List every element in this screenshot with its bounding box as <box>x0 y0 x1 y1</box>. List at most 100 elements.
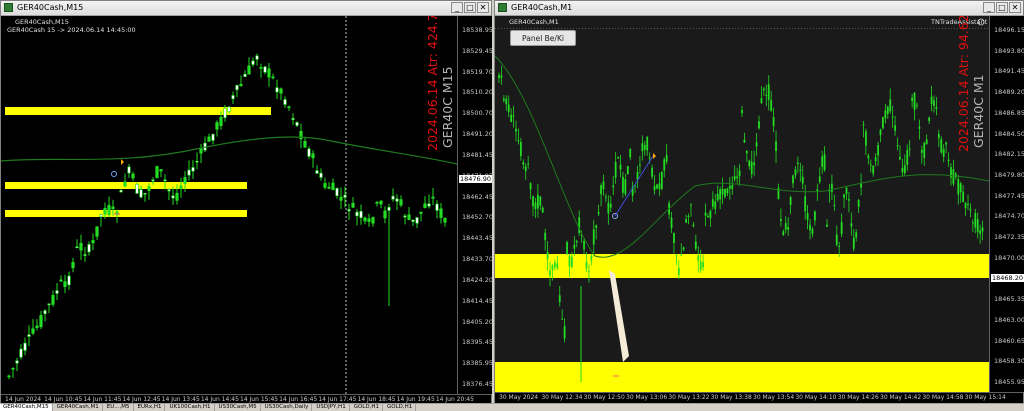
candle-body <box>675 254 678 256</box>
grid-dot <box>723 28 724 29</box>
grid-dot <box>528 28 529 29</box>
candle-body <box>231 95 235 100</box>
candle-body <box>903 165 906 174</box>
arrow-marker[interactable] <box>121 159 124 165</box>
price-tick-label: 18452.70 <box>462 213 492 222</box>
grid-dot <box>633 28 634 29</box>
candle-body <box>271 76 275 79</box>
price-scale[interactable]: 18538.95 18529.45 18519.70 18510.20 18500.70… <box>457 16 492 394</box>
grid-dot <box>603 28 604 29</box>
candle-body <box>585 261 588 269</box>
candle-body <box>351 202 355 208</box>
candle-body <box>583 241 585 250</box>
candle-body <box>597 212 600 214</box>
candle-body <box>782 231 785 236</box>
entry-marker[interactable] <box>111 171 117 177</box>
candle-body <box>39 315 43 328</box>
window-titlebar[interactable]: GER40Cash,M1 _ □ ✕ <box>495 1 1023 16</box>
grid-dot <box>909 28 910 29</box>
close-icon[interactable]: ✕ <box>1009 2 1021 13</box>
candle-body <box>498 75 500 79</box>
candle-body <box>728 185 731 189</box>
chart-window-ger40-m1[interactable]: GER40Cash,M1 _ □ ✕ GER40Cash,M1 Panel Be… <box>494 0 1024 403</box>
window-titlebar[interactable]: GER40Cash,M15 _ □ ✕ <box>1 1 491 16</box>
symbol-timeframe-label: GER40C M1 <box>971 74 986 148</box>
grid-dot <box>666 28 667 29</box>
restore-icon[interactable]: □ <box>996 2 1008 13</box>
minimize-icon[interactable]: _ <box>451 2 463 13</box>
candle-body <box>643 145 646 150</box>
candle-body <box>541 207 544 213</box>
time-tick-label: 14 Jun 15:45 <box>240 396 279 403</box>
grid-dot <box>567 28 568 29</box>
grid-dot <box>825 28 826 29</box>
grid-dot <box>834 28 835 29</box>
current-price-label: 18476.90 <box>459 175 492 183</box>
candle-body <box>27 334 31 337</box>
grid-dot <box>546 28 547 29</box>
grid-dot <box>498 28 499 29</box>
candle-body <box>79 242 83 251</box>
grid-dot <box>777 28 778 29</box>
time-scale[interactable]: 30 May 2024 30 May 12:34 30 May 12:50 30 Ma… <box>495 392 1023 403</box>
trend-wedge-drawing[interactable] <box>609 270 629 362</box>
candle-body <box>682 247 685 250</box>
grid-dot <box>861 28 862 29</box>
restore-icon[interactable]: □ <box>464 2 476 13</box>
candle-body <box>699 261 702 270</box>
candle-body <box>653 185 656 191</box>
candle-body <box>656 184 658 189</box>
candle-body <box>831 183 833 193</box>
close-icon[interactable]: ✕ <box>477 2 489 13</box>
price-tick-label: 18486.85 <box>994 108 1024 117</box>
grid-dot <box>675 28 676 29</box>
price-tick-label: 18500.70 <box>462 109 492 118</box>
candle-body <box>750 161 753 174</box>
candle-body <box>918 126 921 129</box>
time-tick-label: 30 May 14:42 <box>880 394 922 401</box>
candle-body <box>347 209 351 212</box>
grid-dot <box>807 28 808 29</box>
time-scale[interactable]: 14 Jun 2024 14 Jun 10:45 14 Jun 11:45 14 Ju… <box>1 394 491 403</box>
grid-dot <box>534 28 535 29</box>
sr-zone[interactable] <box>5 210 247 217</box>
candle-body <box>590 255 593 261</box>
candle-body <box>745 150 748 154</box>
price-chart-m15[interactable]: GER40Cash,M15 GER40Cash 15 -> 2024.06.14… <box>1 16 457 394</box>
grid-dot <box>858 28 859 29</box>
candle-body <box>19 348 23 358</box>
grid-dot <box>600 28 601 29</box>
grid-dot <box>549 28 550 29</box>
candle-body <box>954 173 957 178</box>
candle-body <box>911 97 913 101</box>
grid-dot <box>846 28 847 29</box>
candle-body <box>107 205 111 216</box>
candle-body <box>592 229 595 245</box>
candle-body <box>500 75 503 78</box>
minimize-icon[interactable]: _ <box>983 2 995 13</box>
candle-body <box>651 167 653 177</box>
candle-body <box>928 117 931 121</box>
price-scale[interactable]: 18496.15 18493.80 18491.45 18489.20 18486.85… <box>989 16 1024 392</box>
grid-dot <box>840 28 841 29</box>
current-price-label: 18468.20 <box>991 274 1024 282</box>
candle-body <box>575 240 578 243</box>
price-chart-m1[interactable]: GER40Cash,M1 Panel Be/Ki TNTradeAssistan… <box>495 16 989 392</box>
candle-body <box>641 143 644 152</box>
grid-dot <box>828 28 829 29</box>
sr-zone[interactable] <box>5 107 271 115</box>
panel-be-ki-button[interactable]: Panel Be/Ki <box>510 30 576 46</box>
candle-body <box>407 214 411 220</box>
candle-body <box>957 179 960 195</box>
candle-body <box>962 191 965 203</box>
candlestick-plot[interactable] <box>1 16 457 394</box>
candle-body <box>809 224 811 231</box>
grid-dot <box>852 28 853 29</box>
candle-body <box>629 149 632 158</box>
candlestick-plot[interactable] <box>495 16 989 392</box>
chart-window-ger40-m15[interactable]: GER40Cash,M15 _ □ ✕ GER40Cash,M15 GER40C… <box>0 0 492 403</box>
arrow-marker[interactable] <box>653 153 656 159</box>
sr-zone[interactable] <box>495 362 989 392</box>
candle-body <box>670 217 673 229</box>
candle-body <box>845 187 848 195</box>
